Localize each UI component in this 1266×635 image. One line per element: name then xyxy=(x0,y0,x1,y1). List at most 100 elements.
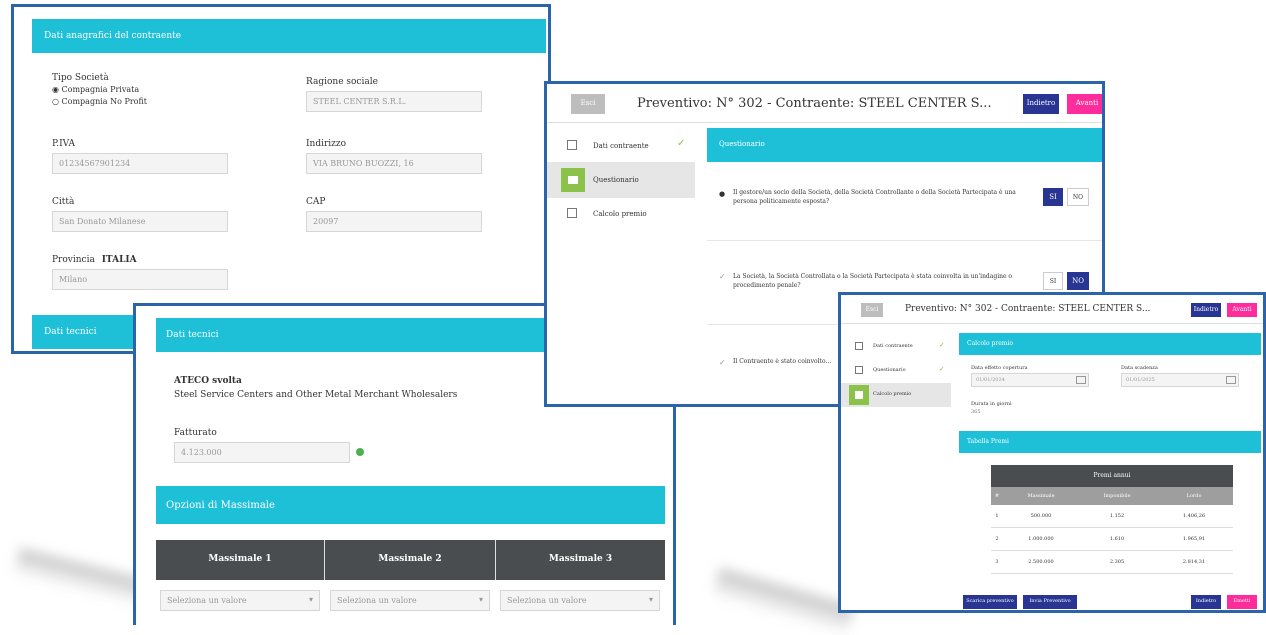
provincia-field[interactable]: Milano xyxy=(52,269,228,290)
sidebar-item-label: Dati contraente xyxy=(873,343,913,349)
back-button[interactable]: Esci xyxy=(861,303,883,317)
massimale-select-1[interactable]: Seleziona un valore ▾ xyxy=(160,590,320,611)
sidebar-item-label: Dati contraente xyxy=(593,142,649,150)
avanti-button[interactable]: Avanti xyxy=(1227,303,1257,317)
data-scadenza-field[interactable]: 01/01/2025 xyxy=(1121,373,1239,387)
table-row[interactable]: 2 1.000.000 1.610 1.965,91 xyxy=(991,528,1233,551)
sidebar-item-questionario[interactable]: Questionario xyxy=(547,162,695,198)
header-divider xyxy=(547,122,1102,123)
avanti-button[interactable]: Avanti xyxy=(1067,94,1102,114)
tipo-radio-privata[interactable]: ◉ Compagnia Privata xyxy=(52,85,139,94)
chevron-down-icon: ▾ xyxy=(478,595,483,604)
table-header-cell: Massimale xyxy=(1027,493,1055,499)
massimale-select-2[interactable]: Seleziona un valore ▾ xyxy=(330,590,490,611)
page-title: Preventivo: N° 302 - Contraente: STEEL C… xyxy=(637,96,992,111)
table-row[interactable]: 1 500.000 1.152 1.406,26 xyxy=(991,505,1233,528)
section-header-calcolo: Calcolo premio xyxy=(959,333,1261,355)
fatturato-label: Fatturato xyxy=(174,428,217,438)
table-cell: 2.305 xyxy=(1109,559,1125,565)
section-header-title: Dati anagrafici del contraente xyxy=(44,31,182,41)
indietro-button[interactable]: Indietro xyxy=(1191,303,1221,317)
ragione-field[interactable]: STEEL CENTER S.R.L. xyxy=(306,91,482,112)
table-cell: 1.000.000 xyxy=(1028,536,1054,542)
section-header-title: Questionario xyxy=(719,140,765,148)
table-header-cell: # xyxy=(994,493,1000,499)
data-effetto-field[interactable]: 01/01/2024 xyxy=(971,373,1089,387)
chevron-down-icon: ▾ xyxy=(648,595,653,604)
column-header: Massimale 2 xyxy=(378,554,442,564)
sidebar-item-calcolo-premio[interactable]: Calcolo premio xyxy=(841,383,951,407)
check-icon: ✓ xyxy=(677,138,686,149)
window-calcolo-premio: Esci Preventivo: N° 302 - Contraente: ST… xyxy=(838,292,1266,613)
scarica-preventivo-button[interactable]: Scarica preventivo xyxy=(963,595,1017,609)
chevron-down-icon: ▾ xyxy=(308,595,313,604)
radio-label: Compagnia No Profit xyxy=(61,97,148,106)
provincia-label: Provincia ITALIA xyxy=(52,255,137,265)
no-button[interactable]: NO xyxy=(1067,272,1089,290)
cap-field[interactable]: 20097 xyxy=(306,211,482,232)
ragione-label: Ragione sociale xyxy=(306,77,378,87)
question-1: ● Il gestore/un socio della Società, del… xyxy=(719,188,1099,218)
ateco-value: Steel Service Centers and Other Metal Me… xyxy=(174,390,458,400)
sidebar-item-dati-contraente[interactable]: Dati contraente ✓ xyxy=(547,128,695,164)
citta-field[interactable]: San Donato Milanese xyxy=(52,211,228,232)
section-header-anagrafici: Dati anagrafici del contraente xyxy=(32,19,546,53)
select-value: Seleziona un valore xyxy=(337,596,417,605)
header-divider xyxy=(841,323,1263,324)
sidebar-item-label: Calcolo premio xyxy=(593,210,647,218)
section-header-title: Dati tecnici xyxy=(44,327,97,337)
table-row[interactable]: 3 2.500.000 2.305 2.814,31 xyxy=(991,551,1233,574)
bullet-icon: ● xyxy=(719,190,726,198)
table-cell: 500.000 xyxy=(1030,513,1052,519)
no-button[interactable]: NO xyxy=(1067,188,1089,206)
indietro-button[interactable]: Indietro xyxy=(1023,94,1059,114)
indietro-bottom-button[interactable]: Indietro xyxy=(1191,595,1221,609)
section-header-title: Tabella Premi xyxy=(967,438,1009,445)
indirizzo-field[interactable]: VIA BRUNO BUOZZI, 16 xyxy=(306,153,482,174)
back-button[interactable]: Esci xyxy=(571,94,605,114)
table-cell: 2 xyxy=(995,536,999,542)
questionnaire-icon xyxy=(855,366,863,374)
section-header-opzioni: Opzioni di Massimale xyxy=(156,486,665,524)
sidebar-item-questionario[interactable]: Questionario ✓ xyxy=(841,359,951,383)
table-cell: 1.152 xyxy=(1109,513,1125,519)
calendar-icon xyxy=(1226,376,1236,384)
sidebar-item-label: Questionario xyxy=(593,176,639,184)
section-header-title: Opzioni di Massimale xyxy=(166,500,275,511)
table-cell: 2.814,31 xyxy=(1182,559,1206,565)
tipo-radio-noprofit[interactable]: ○ Compagnia No Profit xyxy=(52,97,147,106)
section-header-title: Dati tecnici xyxy=(166,330,219,340)
cap-label: CAP xyxy=(306,197,326,207)
table-cell: 1.610 xyxy=(1109,536,1125,542)
durata-value: 365 xyxy=(971,409,981,415)
massimale-select-3[interactable]: Seleziona un valore ▾ xyxy=(500,590,660,611)
massimale-table-header: Massimale 1 Massimale 2 Massimale 3 xyxy=(156,540,665,580)
field-value: 01/01/2024 xyxy=(976,377,1005,383)
yes-button[interactable]: SI xyxy=(1043,188,1063,206)
check-icon: ✓ xyxy=(719,272,726,281)
field-value: 01/01/2025 xyxy=(1126,377,1155,383)
provincia-label-text: Provincia xyxy=(52,255,95,265)
yes-button[interactable]: SI xyxy=(1043,272,1063,290)
sidebar-item-calcolo-premio[interactable]: Calcolo premio xyxy=(547,196,695,232)
piva-label: P.IVA xyxy=(52,139,76,149)
data-effetto-label: Data effetto copertura xyxy=(971,365,1028,371)
table-header-cell: Imponibile xyxy=(1103,493,1131,499)
indirizzo-label: Indirizzo xyxy=(306,139,347,149)
piva-field[interactable]: 01234567901234 xyxy=(52,153,228,174)
table-cell: 1.965,91 xyxy=(1182,536,1206,542)
data-scadenza-label: Data scadenza xyxy=(1121,365,1158,371)
section-header-questionario: Questionario xyxy=(707,128,1102,162)
table-title-bar: Premi annui xyxy=(991,465,1233,487)
sidebar-item-dati-contraente[interactable]: Dati contraente ✓ xyxy=(841,335,951,359)
column-header: Massimale 3 xyxy=(548,554,613,564)
check-icon: ✓ xyxy=(939,365,945,373)
calendar-icon xyxy=(1076,376,1086,384)
select-value: Seleziona un valore xyxy=(507,596,587,605)
citta-label: Città xyxy=(52,197,75,207)
emetti-button[interactable]: Emetti xyxy=(1227,595,1257,609)
check-icon: ✓ xyxy=(939,341,945,349)
fatturato-field[interactable]: 4.123.000 xyxy=(174,442,350,463)
table-cell: 1.406,26 xyxy=(1182,513,1206,519)
invia-preventivo-button[interactable]: Invia Preventivo xyxy=(1023,595,1077,609)
